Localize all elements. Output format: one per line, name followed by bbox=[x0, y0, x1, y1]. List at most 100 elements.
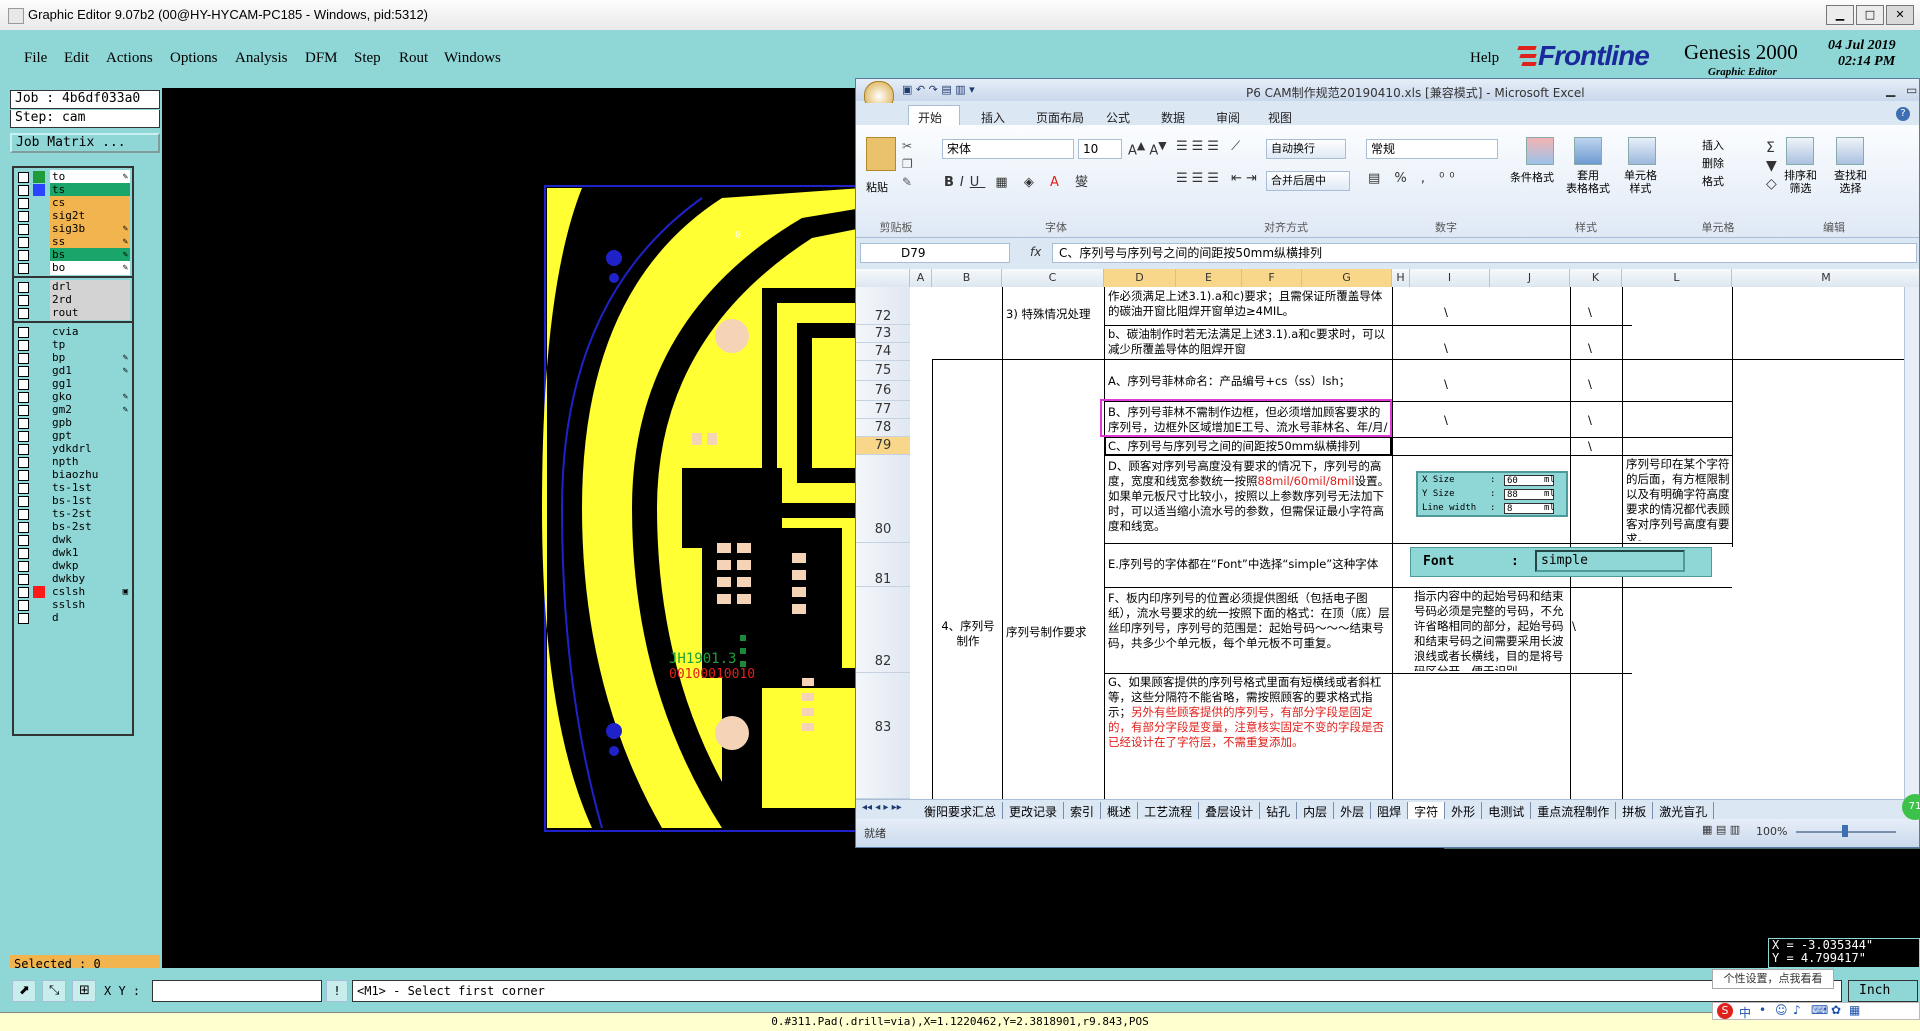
sheet-tab[interactable]: 重点流程制作 bbox=[1531, 802, 1617, 819]
layer-checkbox[interactable] bbox=[18, 327, 29, 338]
sort-filter-icon[interactable] bbox=[1786, 137, 1814, 165]
layer-row-gd1[interactable]: gd1 ✎ bbox=[14, 364, 132, 378]
cell-k73[interactable]: \ bbox=[1588, 341, 1592, 356]
layer-row-gko[interactable]: gko ✎ bbox=[14, 390, 132, 404]
layer-name[interactable]: sig3b ✎ bbox=[50, 222, 130, 236]
sheet-tab[interactable]: 外层 bbox=[1334, 802, 1372, 819]
toolbox-icon[interactable]: ▦ bbox=[1849, 1003, 1860, 1017]
layer-row-cs[interactable]: cs bbox=[14, 196, 132, 210]
find-select-label[interactable]: 查找和 选择 bbox=[1834, 169, 1867, 195]
row-header-72[interactable]: 72 bbox=[856, 287, 910, 325]
layer-color-swatch[interactable] bbox=[33, 339, 45, 351]
layer-color-swatch[interactable] bbox=[33, 378, 45, 390]
layer-color-swatch[interactable] bbox=[33, 307, 45, 319]
sheet-tab[interactable]: 拼板 bbox=[1616, 802, 1654, 819]
layer-row-gm2[interactable]: gm2 ✎ bbox=[14, 403, 132, 417]
layer-row-npth[interactable]: npth bbox=[14, 455, 132, 469]
quick-access-icons[interactable]: ▣ ↶ ↷ ▤ ▥ ▾ bbox=[902, 83, 975, 96]
layer-checkbox[interactable] bbox=[18, 250, 29, 261]
col-header-m[interactable]: M bbox=[1732, 269, 1919, 287]
tab-formulas[interactable]: 公式 bbox=[1106, 109, 1130, 126]
layer-row-dwkp[interactable]: dwkp bbox=[14, 559, 132, 573]
punct-icon[interactable]: • bbox=[1759, 1003, 1766, 1017]
col-header-h[interactable]: H bbox=[1392, 269, 1410, 287]
layer-row-ts-2st[interactable]: ts-2st bbox=[14, 507, 132, 521]
xy-input[interactable] bbox=[152, 980, 322, 1002]
layer-row-ts[interactable]: ts bbox=[14, 183, 132, 197]
menu-edit[interactable]: Edit bbox=[64, 50, 89, 67]
layer-name[interactable]: biaozhu bbox=[50, 468, 130, 482]
layer-checkbox[interactable] bbox=[18, 535, 29, 546]
excel-min-icon[interactable]: ▁ bbox=[1886, 83, 1895, 97]
layer-color-swatch[interactable] bbox=[33, 210, 45, 222]
sheet-tab[interactable]: 工艺流程 bbox=[1138, 802, 1200, 819]
conditional-format-icon[interactable] bbox=[1526, 137, 1554, 165]
row-header-78[interactable]: 78 bbox=[856, 419, 910, 437]
sheet-tab[interactable]: 概述 bbox=[1101, 802, 1139, 819]
layer-name[interactable]: 2rd bbox=[50, 293, 130, 307]
insert-cells[interactable]: 插入 bbox=[1702, 137, 1724, 155]
layer-color-swatch[interactable] bbox=[33, 352, 45, 364]
layer-color-swatch[interactable] bbox=[33, 612, 45, 624]
layer-color-swatch[interactable] bbox=[33, 508, 45, 520]
ime-toolbar[interactable]: S 中 • ☺ ♪ ⌨ ✿ ▦ bbox=[1712, 1002, 1920, 1020]
layer-color-swatch[interactable] bbox=[33, 326, 45, 338]
layer-checkbox[interactable] bbox=[18, 431, 29, 442]
col-header-l[interactable]: L bbox=[1622, 269, 1732, 287]
cell-style-icon[interactable] bbox=[1628, 137, 1656, 165]
maximize-button[interactable]: □ bbox=[1856, 5, 1884, 25]
menu-dfm[interactable]: DFM bbox=[305, 50, 338, 67]
layer-color-swatch[interactable] bbox=[33, 547, 45, 559]
layer-row-bs[interactable]: bs ✎ bbox=[14, 248, 132, 262]
layer-name[interactable]: ts-2st bbox=[50, 507, 130, 521]
layer-checkbox[interactable] bbox=[18, 418, 29, 429]
layer-checkbox[interactable] bbox=[18, 392, 29, 403]
row-header-76[interactable]: 76 bbox=[856, 381, 910, 401]
layer-color-swatch[interactable] bbox=[33, 482, 45, 494]
layer-row-gpt[interactable]: gpt bbox=[14, 429, 132, 443]
cell-c72[interactable]: 3) 特殊情况处理 bbox=[1006, 307, 1102, 322]
cells-group[interactable]: 插入 删除 格式 bbox=[1702, 137, 1724, 191]
clipboard-small-icons[interactable]: ✂ ❐ ✎ bbox=[902, 137, 913, 191]
col-header-c[interactable]: C bbox=[1002, 269, 1104, 287]
layer-row-rout[interactable]: rout bbox=[14, 306, 132, 320]
layer-row-tp[interactable]: tp bbox=[14, 338, 132, 352]
fx-icon[interactable]: fx bbox=[1030, 245, 1041, 259]
col-header-d[interactable]: D bbox=[1104, 269, 1176, 287]
layer-checkbox[interactable] bbox=[18, 509, 29, 520]
layer-checkbox[interactable] bbox=[18, 405, 29, 416]
layer-row-gpb[interactable]: gpb bbox=[14, 416, 132, 430]
layer-checkbox[interactable] bbox=[18, 185, 29, 196]
corner-cell[interactable] bbox=[856, 269, 910, 287]
layer-color-swatch[interactable] bbox=[33, 495, 45, 507]
row-header-73[interactable]: 73 bbox=[856, 325, 910, 343]
cell-d80[interactable]: D、顾客对序列号高度没有要求的情况下，序列号的高度，宽度和线宽参数统一按照88m… bbox=[1108, 459, 1390, 541]
layer-color-swatch[interactable] bbox=[33, 521, 45, 533]
conditional-format-label[interactable]: 条件格式 bbox=[1510, 169, 1554, 185]
layer-name[interactable]: npth bbox=[50, 455, 130, 469]
menu-help[interactable]: Help bbox=[1470, 50, 1499, 67]
tab-home[interactable]: 开始 bbox=[918, 109, 942, 126]
layer-checkbox[interactable] bbox=[18, 522, 29, 533]
halign-icons[interactable]: ☰☰☰ ⇤⇥ bbox=[1176, 171, 1261, 186]
layer-row-sig3b[interactable]: sig3b ✎ bbox=[14, 222, 132, 236]
sheet-tab[interactable]: 外形 bbox=[1445, 802, 1483, 819]
layer-checkbox[interactable] bbox=[18, 379, 29, 390]
layer-name[interactable]: ss ✎ bbox=[50, 235, 130, 249]
menu-actions[interactable]: Actions bbox=[106, 50, 153, 67]
sheet-tab[interactable]: 衡阳要求汇总 bbox=[918, 802, 1004, 819]
layer-color-swatch[interactable] bbox=[33, 365, 45, 377]
col-header-e[interactable]: E bbox=[1176, 269, 1242, 287]
job-matrix-button[interactable]: Job Matrix ... bbox=[10, 133, 160, 153]
grid-tool-icon[interactable]: ⊞ bbox=[72, 980, 96, 1002]
layer-color-swatch[interactable] bbox=[33, 443, 45, 455]
close-button[interactable]: ✕ bbox=[1886, 5, 1914, 25]
layer-name[interactable]: gg1 bbox=[50, 377, 130, 391]
menu-analysis[interactable]: Analysis bbox=[235, 50, 288, 67]
layer-row-d[interactable]: d bbox=[14, 611, 132, 625]
cell-d72[interactable]: 作必须满足上述3.1).a和c)要求；且需保证所覆盖导体的碳油开窗比阻焊开窗单边… bbox=[1108, 289, 1390, 323]
cell-k77[interactable]: \ bbox=[1588, 413, 1592, 428]
view-mode-icons[interactable]: ▦ ▤ ▥ bbox=[1702, 823, 1740, 836]
layer-row-2rd[interactable]: 2rd bbox=[14, 293, 132, 307]
sheet-tab[interactable]: 钻孔 bbox=[1260, 802, 1298, 819]
